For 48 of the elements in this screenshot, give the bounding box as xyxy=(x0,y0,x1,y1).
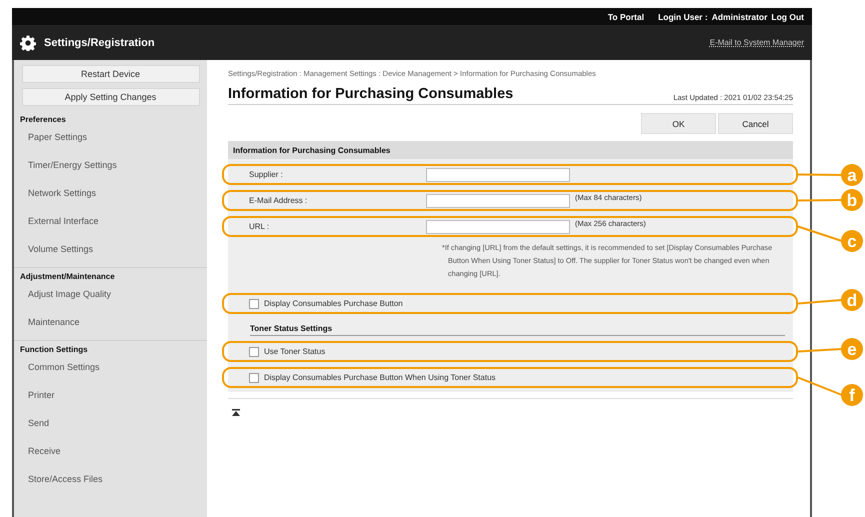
callout-badge: c xyxy=(841,230,863,252)
sidebar-item[interactable]: Store/Access Files xyxy=(14,469,207,497)
sidebar-item[interactable]: Common Settings xyxy=(14,357,207,385)
checkbox[interactable] xyxy=(249,298,259,308)
sidebar-group-title: Preferences xyxy=(19,114,67,126)
subsection-heading: Toner Status Settings xyxy=(250,324,332,333)
checkbox-label: Display Consumables Purchase Button xyxy=(264,299,403,308)
sidebar-item[interactable]: Maintenance xyxy=(14,312,207,340)
input-field[interactable] xyxy=(426,168,570,182)
gear-icon xyxy=(20,34,36,50)
input-field[interactable] xyxy=(426,194,570,208)
checkbox-label: Display Consumables Purchase Button When Using Toner Status xyxy=(264,373,496,382)
input-field[interactable] xyxy=(426,220,570,234)
sidebar-item[interactable]: Receive xyxy=(14,441,207,469)
section-header: Information for Purchasing Consumables xyxy=(228,141,793,159)
sidebar-item[interactable]: Volume Settings xyxy=(14,239,207,267)
sidebar-button[interactable]: Apply Setting Changes xyxy=(22,88,200,106)
portal-link[interactable]: To Portal xyxy=(608,12,644,22)
sidebar-group-title: Adjustment/Maintenance xyxy=(19,271,116,283)
callout-badge: d xyxy=(841,289,863,311)
sidebar-item[interactable]: Adjust Image Quality xyxy=(14,284,207,312)
sidebar-item[interactable]: Printer xyxy=(14,385,207,413)
field-label: URL : xyxy=(249,222,270,231)
sidebar-button[interactable]: Restart Device xyxy=(22,65,200,83)
app-title: Settings/Registration xyxy=(44,36,156,48)
email-link[interactable]: E-Mail to System Manager xyxy=(710,38,804,47)
checkbox[interactable] xyxy=(249,372,259,382)
callout-badge: e xyxy=(841,338,863,360)
sidebar-item[interactable]: External Interface xyxy=(14,211,207,239)
back-to-top-icon[interactable] xyxy=(232,409,240,417)
action-button[interactable]: OK xyxy=(641,113,716,134)
logout-link[interactable]: Log Out xyxy=(771,12,804,22)
callout-badge: b xyxy=(841,189,863,211)
callout-badge: a xyxy=(841,164,863,186)
checkbox-label: Use Toner Status xyxy=(264,347,326,356)
action-button[interactable]: Cancel xyxy=(718,113,793,134)
sidebar-item[interactable]: Paper Settings xyxy=(14,127,207,155)
user-name: Administrator xyxy=(712,12,768,22)
field-label: Supplier : xyxy=(249,170,284,179)
sidebar-item[interactable]: Timer/Energy Settings xyxy=(14,155,207,183)
page-title: Information for Purchasing Consumables xyxy=(228,86,514,102)
sidebar-item[interactable]: Send xyxy=(14,413,207,441)
checkbox[interactable] xyxy=(249,346,259,356)
sidebar-item[interactable]: Network Settings xyxy=(14,183,207,211)
field-label: E-Mail Address : xyxy=(249,196,308,205)
callout-badge: f xyxy=(841,384,863,406)
login-label: Login User : xyxy=(658,12,708,22)
sidebar-group-title: Function Settings xyxy=(19,344,89,356)
